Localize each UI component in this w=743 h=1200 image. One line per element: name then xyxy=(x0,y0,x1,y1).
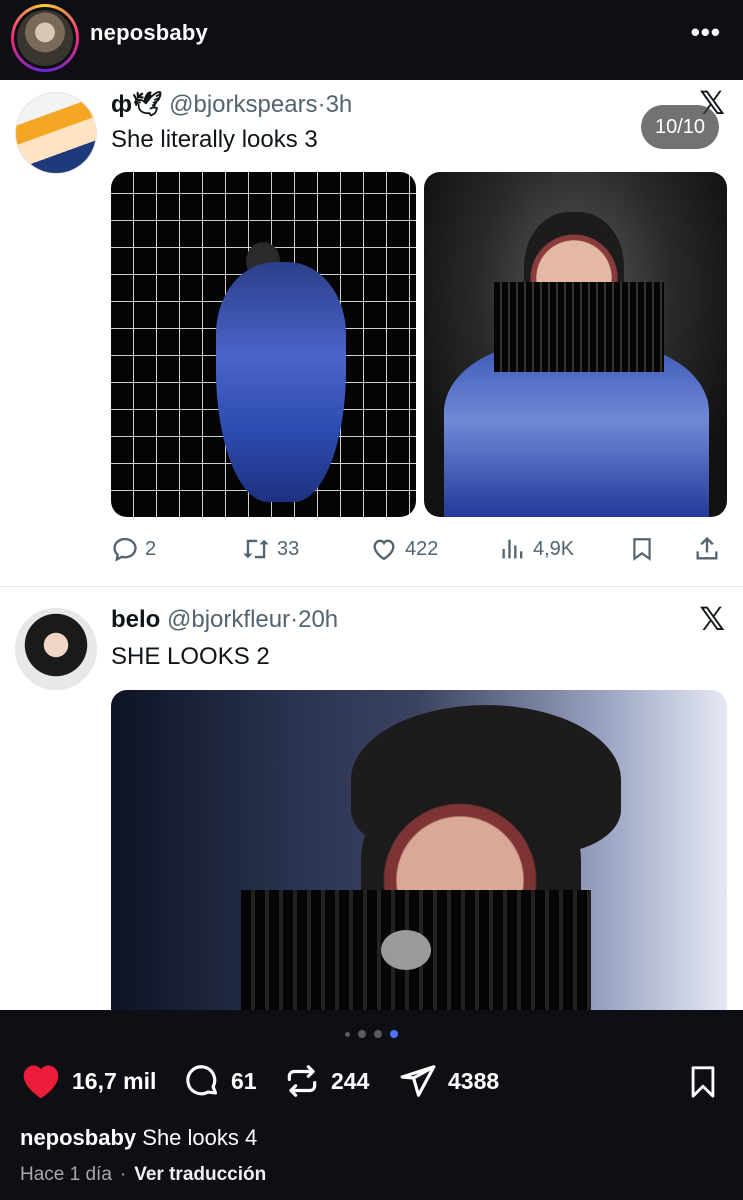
share-icon xyxy=(696,536,718,560)
tweet2-handle: @bjorkfleur xyxy=(167,606,291,633)
tweet2-avatar xyxy=(15,608,97,690)
translate-link[interactable]: Ver traducción xyxy=(134,1164,266,1185)
repost-button[interactable]: 244 xyxy=(283,1062,369,1100)
post-caption: neposbaby She looks 4 xyxy=(20,1125,257,1151)
like-count: 422 xyxy=(405,537,439,560)
tweet2-text: SHE LOOKS 2 xyxy=(111,643,270,670)
tweet1-display-name: ф🕊 xyxy=(111,91,163,118)
post-timestamp: Hace 1 día xyxy=(20,1164,112,1185)
more-options-icon[interactable]: ••• xyxy=(691,19,721,45)
reply-icon xyxy=(113,537,137,562)
like-action: 422 xyxy=(369,535,438,563)
tweet2-header: belo @bjorkfleur·20h xyxy=(111,606,339,633)
tweet2-photo xyxy=(111,690,727,1010)
repost-icon xyxy=(287,1065,317,1097)
avatar-image xyxy=(17,10,73,66)
tweet1-text: She literally looks 3 xyxy=(111,126,318,153)
caption-username[interactable]: neposbaby xyxy=(20,1125,136,1150)
tweet1-avatar xyxy=(15,92,97,174)
comment-button[interactable]: 61 xyxy=(183,1062,257,1100)
heart-filled-icon xyxy=(23,1065,59,1099)
post-meta: Hace 1 día · Ver traducción xyxy=(20,1164,267,1185)
carousel-indicator xyxy=(0,1030,743,1038)
bookmark-outline-icon xyxy=(633,538,651,561)
views-action: 4,9K xyxy=(499,535,574,563)
post-header: neposbaby ••• xyxy=(0,0,743,80)
photo-counter-badge: 10/10 xyxy=(641,105,719,149)
send-icon xyxy=(400,1065,436,1097)
tweet2-display-name: belo xyxy=(111,606,161,633)
save-button[interactable] xyxy=(686,1064,720,1105)
retweet-action: 33 xyxy=(241,535,299,563)
repost-count: 244 xyxy=(331,1067,370,1094)
share-count: 4388 xyxy=(448,1067,500,1094)
share-action xyxy=(693,535,721,563)
post-username[interactable]: neposbaby xyxy=(90,20,208,46)
carousel-dot xyxy=(374,1030,382,1038)
tweet1-time: 3h xyxy=(325,91,353,118)
views-count: 4,9K xyxy=(533,537,575,560)
like-count: 16,7 mil xyxy=(72,1067,157,1094)
views-icon xyxy=(502,539,523,559)
bookmark-action xyxy=(629,535,655,563)
tweet-divider xyxy=(0,586,743,587)
tweet1-photo-2 xyxy=(424,172,727,517)
x-logo-icon: 𝕏 xyxy=(699,600,725,638)
bookmark-icon xyxy=(691,1066,715,1098)
comment-count: 61 xyxy=(231,1067,257,1094)
profile-avatar[interactable] xyxy=(11,4,79,72)
carousel-dot-active xyxy=(390,1030,398,1038)
tweet2-time: 20h xyxy=(298,606,339,633)
tweet1-header: ф🕊 @bjorkspears·3h xyxy=(111,91,353,118)
caption-text: She looks 4 xyxy=(142,1125,258,1150)
carousel-dot xyxy=(345,1031,350,1037)
retweet-icon xyxy=(243,539,269,559)
like-button[interactable]: 16,7 mil xyxy=(20,1062,156,1100)
share-button[interactable]: 4388 xyxy=(398,1062,499,1100)
tweet1-handle: @bjorkspears xyxy=(169,91,318,118)
carousel-dot xyxy=(358,1030,366,1038)
tweet1-action-bar: 2 33 422 4,9K xyxy=(111,535,726,565)
reply-count: 2 xyxy=(145,537,157,560)
post-image-card: ф🕊 @bjorkspears·3h She literally looks 3… xyxy=(0,80,743,1010)
engagement-bar: 16,7 mil 61 244 4388 xyxy=(20,1062,720,1102)
tweet1-photo-1 xyxy=(111,172,416,517)
comment-icon xyxy=(186,1065,218,1096)
heart-outline-icon xyxy=(373,539,395,561)
reply-action: 2 xyxy=(111,535,156,563)
retweet-count: 33 xyxy=(277,537,300,560)
